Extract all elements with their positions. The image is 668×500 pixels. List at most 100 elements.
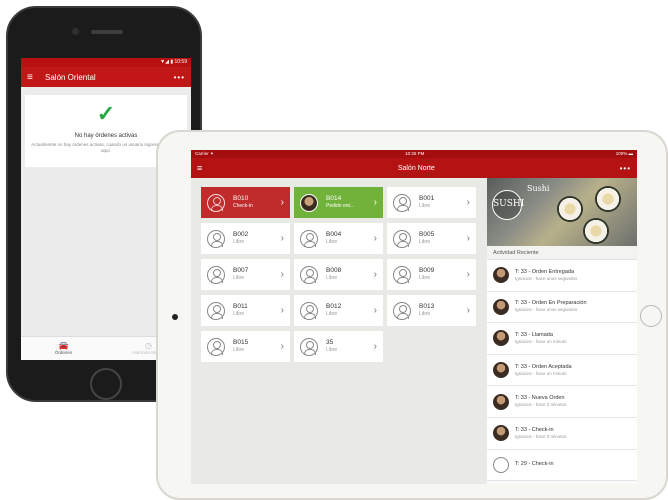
table-status: Libre — [233, 347, 245, 353]
user-avatar-icon — [393, 265, 411, 284]
table-card[interactable]: 35 Libre › — [294, 331, 383, 362]
activity-item[interactable]: T: 33 - Llamada Ignacios - hace un minuto — [487, 323, 637, 355]
avatar — [493, 393, 509, 410]
user-avatar-icon — [393, 229, 411, 248]
table-card[interactable]: B015 Libre › — [201, 331, 290, 362]
table-card[interactable]: B004 Libre › — [294, 223, 383, 254]
activity-subtitle: Ignacios - hace 2 minutos — [515, 402, 567, 408]
tab-ordenes[interactable]: 🚘 Órdenes — [21, 337, 106, 360]
table-card[interactable]: B010 Check-in › — [201, 187, 290, 218]
page-title: Salón Oriental — [45, 72, 96, 82]
table-status: Libre — [326, 347, 338, 353]
chevron-right-icon: › — [373, 197, 377, 208]
sushi-roll-graphic — [557, 196, 583, 222]
table-status: Pedido ent... — [326, 203, 355, 209]
table-status: Libre — [326, 239, 338, 245]
activity-title: T: 33 - Orden Aceptada — [515, 363, 572, 370]
home-button[interactable] — [640, 305, 662, 327]
table-status: Libre — [326, 311, 338, 317]
avatar — [493, 425, 509, 442]
activity-title: T: 29 - Check-in — [515, 461, 554, 468]
user-avatar-icon — [207, 301, 225, 320]
table-name: B013 — [419, 303, 435, 310]
chevron-right-icon: › — [373, 269, 377, 280]
chevron-right-icon: › — [466, 197, 470, 208]
chevron-right-icon: › — [466, 233, 470, 244]
table-name: 35 — [326, 339, 334, 346]
more-options-icon[interactable]: ••• — [620, 164, 631, 173]
user-avatar-icon — [393, 301, 411, 320]
activity-item[interactable]: T: 33 - Nueva Orden Ignacios - hace 2 min… — [487, 386, 637, 418]
table-card[interactable]: B005 Libre › — [387, 223, 476, 254]
table-card[interactable]: B007 Libre › — [201, 259, 290, 290]
user-avatar-icon — [300, 301, 318, 320]
user-avatar-icon — [300, 229, 318, 248]
activity-subtitle: Ignacios - hace un minuto — [515, 338, 567, 344]
user-avatar-icon — [207, 193, 225, 212]
home-button[interactable] — [90, 368, 122, 400]
chevron-right-icon: › — [280, 269, 284, 280]
table-name: B010 — [233, 195, 249, 202]
table-name: B008 — [326, 267, 342, 274]
table-card[interactable]: B001 Libre › — [387, 187, 476, 218]
activity-title: T: 33 - Check-in — [515, 426, 554, 433]
camera-icon — [72, 28, 79, 35]
restaurant-logo: SUSHI — [492, 190, 524, 220]
activity-item[interactable]: T: 33 - Orden En Preparación Ignacios - h… — [487, 291, 637, 324]
activity-item[interactable]: T: 33 - Orden Entregada Ignacios - hace u… — [487, 260, 637, 292]
page-title: Salón Norte — [397, 164, 435, 172]
user-avatar-icon — [393, 193, 411, 212]
table-status: Libre — [326, 275, 338, 281]
table-name: B004 — [326, 231, 342, 238]
chevron-right-icon: › — [373, 341, 377, 352]
activity-subtitle: Ignacios - hace un minuto — [515, 370, 567, 376]
table-status: Libre — [419, 275, 431, 281]
chevron-right-icon: › — [373, 233, 377, 244]
activity-subtitle: Ignacios - hace unos segundos — [515, 275, 578, 281]
table-status: Libre — [419, 203, 431, 209]
status-bar: ▼◢ ▮ 10:59 — [21, 58, 191, 67]
user-avatar-icon — [493, 456, 509, 473]
carrier-label: Carrier ✦ — [195, 151, 214, 156]
more-options-icon[interactable]: ••• — [174, 73, 185, 82]
activity-item[interactable]: T: 33 - Check-in Ignacios - hace 3 minuto… — [487, 417, 637, 450]
table-status: Libre — [233, 239, 245, 245]
table-card[interactable]: B008 Libre › — [294, 259, 383, 290]
activity-title: T: 33 - Llamada — [515, 331, 553, 338]
table-status: Check-in — [233, 203, 253, 209]
table-card[interactable]: B012 Libre › — [294, 295, 383, 326]
table-card[interactable]: B013 Libre › — [387, 295, 476, 326]
table-card[interactable]: B011 Libre › — [201, 295, 290, 326]
activity-item[interactable]: T: 33 - Orden Aceptada Ignacios - hace un… — [487, 354, 637, 387]
table-name: B014 — [326, 195, 342, 202]
table-name: B005 — [419, 231, 435, 238]
chevron-right-icon: › — [373, 305, 377, 316]
activity-header: Actividad Reciente — [487, 246, 637, 260]
chevron-right-icon: › — [280, 233, 284, 244]
sushi-roll-graphic — [583, 218, 609, 244]
table-name: B011 — [233, 303, 248, 310]
chevron-right-icon: › — [280, 197, 284, 208]
table-status: Libre — [419, 239, 431, 245]
table-status: Libre — [233, 275, 245, 281]
tablet-device: Carrier ✦ 10:26 PM 100% ▬ ≡ Salón Norte … — [156, 130, 668, 500]
sushi-roll-graphic — [595, 186, 621, 212]
table-card[interactable]: B014 Pedido ent... › — [294, 187, 383, 218]
status-bar-info: ▼◢ ▮ 10:59 — [160, 59, 187, 65]
chevron-right-icon: › — [280, 341, 284, 352]
table-name: B007 — [233, 267, 249, 274]
table-status: Libre — [233, 311, 245, 317]
app-bar: ≡ Salón Norte ••• — [191, 158, 637, 178]
chevron-right-icon: › — [466, 305, 470, 316]
user-avatar-icon — [207, 229, 225, 248]
activity-item[interactable]: T: 29 - Check-in — [487, 449, 637, 482]
table-card[interactable]: B009 Libre › — [387, 259, 476, 290]
table-name: B009 — [419, 267, 435, 274]
hamburger-menu-icon[interactable]: ≡ — [27, 72, 41, 83]
table-name: B015 — [233, 339, 249, 346]
hamburger-menu-icon[interactable]: ≡ — [197, 163, 213, 173]
table-card[interactable]: B002 Libre › — [201, 223, 290, 254]
activity-title: T: 33 - Orden En Preparación — [515, 300, 587, 307]
device-showcase: ▼◢ ▮ 10:59 ≡ Salón Oriental ••• ✓ No hay… — [0, 0, 668, 500]
table-name: B012 — [326, 303, 342, 310]
